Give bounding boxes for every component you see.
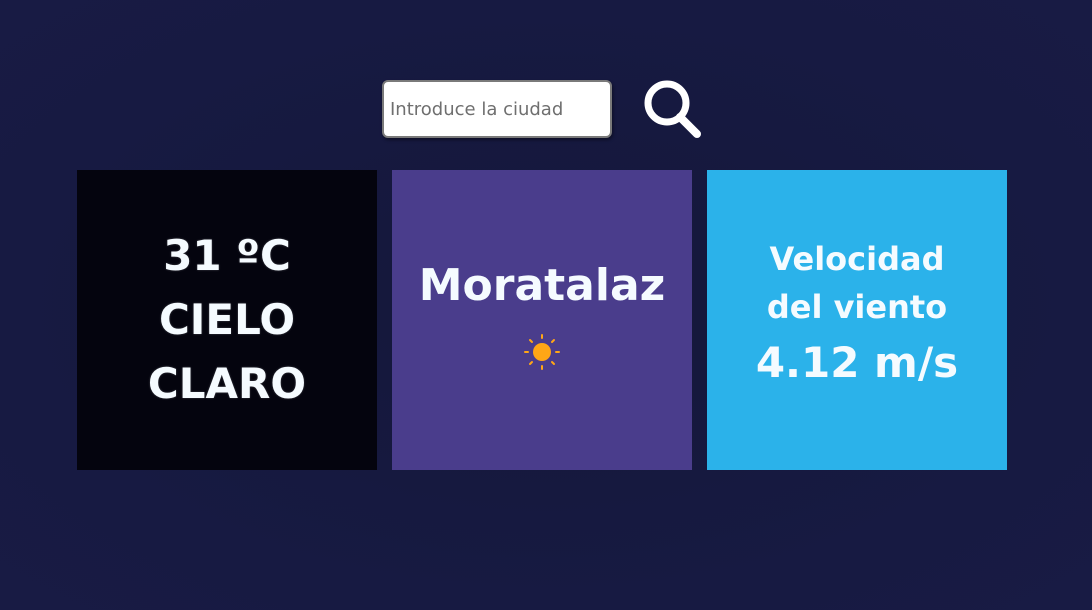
city-card: Moratalaz [392, 170, 692, 470]
search-button[interactable] [640, 77, 706, 143]
temperature-value: 31 ºC [163, 231, 291, 280]
city-name: Moratalaz [418, 260, 666, 311]
weather-cards: 31 ºC CIELO CLARO Moratalaz Velocidad de… [77, 170, 1007, 470]
search-bar [382, 79, 701, 139]
sun-icon [524, 334, 560, 370]
wind-card: Velocidad del viento 4.12 m/s [707, 170, 1007, 470]
city-search-input[interactable] [382, 80, 612, 138]
wind-label: Velocidad del viento [766, 240, 948, 326]
search-icon [644, 80, 701, 138]
temperature-card: 31 ºC CIELO CLARO [77, 170, 377, 470]
wind-speed-value: 4.12 m/s [755, 338, 959, 387]
weather-description: CIELO CLARO [147, 295, 307, 408]
